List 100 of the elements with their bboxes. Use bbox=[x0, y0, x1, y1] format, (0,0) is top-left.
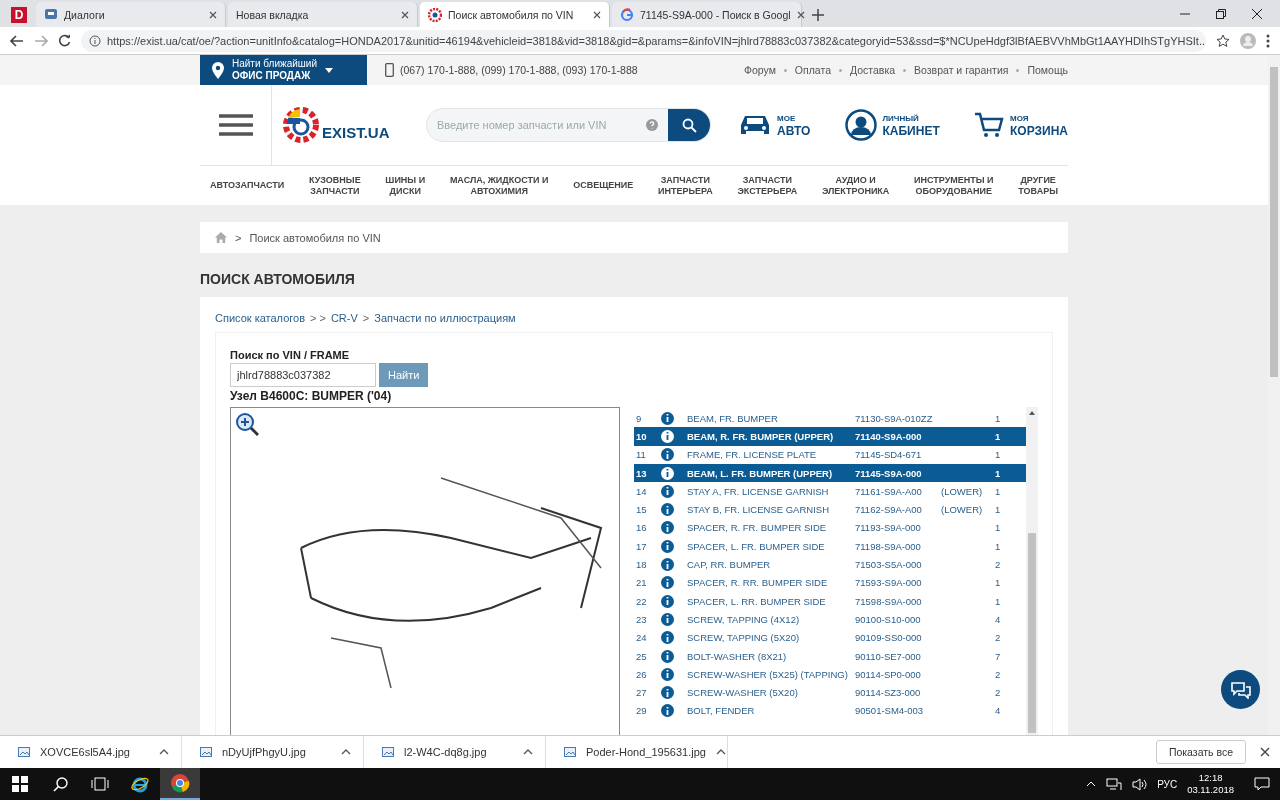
table-cell-text: 15 bbox=[635, 504, 648, 516]
parts-table-row[interactable]: 18 CAP, RR. BUMPER 71503-S5A-000 2 bbox=[634, 555, 1026, 574]
browser-tab[interactable]: Диалоги bbox=[36, 2, 226, 27]
header-link[interactable]: ЛИЧНЫЙ КАБИНЕТ bbox=[844, 109, 940, 141]
table-cell-text: 1 bbox=[994, 485, 1002, 497]
browser-tab[interactable]: Новая вкладка bbox=[228, 2, 418, 27]
search-field[interactable]: Введите номер запчасти или VIN bbox=[426, 108, 711, 142]
table-cell-text: SCREW-WASHER (5X25) (TAPPING) bbox=[686, 668, 849, 680]
unit-title: Узел B4600C: BUMPER ('04) bbox=[230, 389, 393, 403]
office-finder-button[interactable]: Найти ближайший ОФИС ПРОДАЖ bbox=[200, 55, 367, 85]
table-cell-text: 90114-SZ3-000 bbox=[854, 687, 922, 699]
parts-table-row[interactable]: 14 STAY A, FR. LICENSE GARNISH 71161-S9A-A00 (LOWER) 1 bbox=[634, 482, 1026, 501]
table-cell-text: 71193-S9A-000 bbox=[854, 522, 922, 534]
table-cell-text: 4 bbox=[994, 613, 1002, 625]
table-cell-text: 29 bbox=[635, 705, 648, 717]
table-cell-text: 1 bbox=[994, 595, 1002, 607]
table-cell-text: 1 bbox=[994, 430, 1002, 442]
table-cell-text: 71161-S9A-A00 bbox=[854, 485, 923, 497]
table-cell-text: 1 bbox=[994, 504, 1002, 516]
table-cell-text: 71145-S9A-000 bbox=[854, 467, 923, 479]
table-cell-text: BEAM, FR. BUMPER bbox=[686, 412, 779, 424]
parts-table-row[interactable]: 23 SCREW, TAPPING (4X12) 90100-S10-000 4 bbox=[634, 610, 1026, 629]
parts-table-row[interactable]: 26 SCREW-WASHER (5X25) (TAPPING) 90114-SP0-000 2 bbox=[634, 665, 1026, 684]
table-cell-text: FRAME, FR. LICENSE PLATE bbox=[686, 449, 818, 461]
nav-link[interactable]: ИНСТРУМЕНТЫ И ОБОРУДОВАНИЕ bbox=[914, 174, 994, 197]
language-indicator[interactable]: РУС bbox=[1157, 778, 1178, 790]
parts-table-row[interactable]: 24 SCREW, TAPPING (5X20) 90109-SS0-000 2 bbox=[634, 628, 1026, 647]
parts-table-row[interactable]: 15 STAY B, FR. LICENSE GARNISH 71162-S9A-A00 (LOWER) 1 bbox=[634, 500, 1026, 519]
parts-table-row[interactable]: 10 BEAM, R. FR. BUMPER (UPPER) 71140-S9A-000 1 bbox=[634, 427, 1026, 446]
breadcrumb-separator: > bbox=[362, 312, 370, 324]
top-link[interactable]: Оплата bbox=[794, 64, 831, 76]
table-cell-text: 71140-S9A-000 bbox=[854, 430, 923, 442]
table-cell-text: 71130-S9A-010ZZ bbox=[854, 412, 934, 424]
parts-table-row[interactable]: 16 SPACER, R. FR. BUMPER SIDE 71193-S9A-000 1 bbox=[634, 518, 1026, 538]
parts-table-row[interactable]: 9 BEAM, FR. BUMPER 71130-S9A-010ZZ 1 bbox=[634, 409, 1026, 428]
site-favicon: D bbox=[11, 6, 27, 23]
top-link[interactable]: Форум bbox=[743, 64, 776, 76]
parts-table-row[interactable]: 25 BOLT-WASHER (8X21) 90110-SE7-000 7 bbox=[634, 646, 1026, 666]
table-cell-text: 1 bbox=[994, 412, 1002, 424]
table-cell-text: SPACER, L. RR. BUMPER SIDE bbox=[686, 595, 827, 607]
table-cell-text: SCREW-WASHER (5X20) bbox=[686, 687, 799, 699]
show-all-button[interactable]: Показать все bbox=[1155, 740, 1246, 764]
office-finder-label: Найти ближайший ОФИС ПРОДАЖ bbox=[232, 58, 318, 82]
table-cell-text: 1 bbox=[994, 449, 1002, 461]
nav-link[interactable]: ЗАПЧАСТИ ИНТЕРЬЕРА bbox=[658, 174, 713, 197]
parts-table-row[interactable]: 22 SPACER, L. RR. BUMPER SIDE 71598-S9A-000 1 bbox=[634, 591, 1026, 611]
table-cell-text: 90110-SE7-000 bbox=[854, 650, 922, 662]
header-link[interactable]: МОЯ КОРЗИНА bbox=[974, 109, 1068, 141]
table-cell: (LOWER) bbox=[941, 485, 983, 497]
parts-table-row[interactable]: 21 SPACER, R. RR. BUMPER SIDE 71593-S9A-000 1 bbox=[634, 573, 1026, 592]
table-cell-text: 4 bbox=[994, 705, 1002, 717]
clock[interactable]: 12:18 03.11.2018 bbox=[1187, 772, 1234, 796]
nav-link[interactable]: АУДИО И ЭЛЕКТРОНИКА bbox=[821, 174, 890, 197]
table-cell-text: 71593-S9A-000 bbox=[854, 577, 923, 589]
table-cell-text: CAP, RR. BUMPER bbox=[686, 559, 772, 570]
table-cell-text: 13 bbox=[635, 467, 648, 479]
table-cell: (LOWER) bbox=[941, 504, 983, 516]
table-cell-text: 23 bbox=[635, 613, 648, 625]
address-bar[interactable]: https://exist.ua/cat/oe/?action=unitInfo&catalog=HONDA2017&unitid=46194&vehicleid=3818&vid=3818&gid=&params=&infoVIN=jhlrd78883c037382&categoryid=53&ssd=$*NCUpeHdgf3lBfAEBVVhMbGt1AAYHDIhSTgYHSIt... bbox=[81, 29, 1206, 52]
table-cell-text: 14 bbox=[635, 485, 648, 497]
table-cell-text: 1 bbox=[994, 467, 1002, 479]
breadcrumb-link[interactable]: CR-V bbox=[330, 312, 358, 324]
parts-table-row[interactable]: 29 BOLT, FENDER 90501-SM4-003 4 bbox=[634, 701, 1026, 721]
nav-link[interactable]: ДРУГИЕ ТОВАРЫ bbox=[1018, 174, 1058, 197]
table-cell-text: 90100-S10-000 bbox=[854, 613, 922, 625]
table-cell-text: BOLT-WASHER (8X21) bbox=[686, 650, 788, 662]
nav-link[interactable]: КУЗОВНЫЕ ЗАПЧАСТИ bbox=[309, 174, 361, 197]
nav-link[interactable]: АВТОЗАПЧАСТИ bbox=[210, 180, 285, 191]
browser-tab[interactable]: Поиск автомобиля по VIN bbox=[420, 2, 610, 27]
breadcrumb-separator: > > bbox=[310, 312, 326, 324]
nav-link[interactable]: МАСЛА, ЖИДКОСТИ И АВТОХИМИЯ bbox=[449, 174, 549, 197]
search-input[interactable]: Введите номер запчасти или VIN bbox=[427, 119, 646, 131]
table-cell-text: BEAM, R. FR. BUMPER (UPPER) bbox=[686, 430, 835, 442]
vin-label: Поиск по VIN / FRAME bbox=[230, 349, 351, 361]
table-cell-text: 11 bbox=[635, 449, 647, 461]
vin-field[interactable]: jhlrd78883c037382 bbox=[230, 363, 376, 387]
top-link[interactable]: Возврат и гарантия bbox=[914, 64, 1009, 76]
pinned-tab[interactable]: D bbox=[4, 2, 34, 27]
parts-table-row[interactable]: 27 SCREW-WASHER (5X20) 90114-SZ3-000 2 bbox=[634, 683, 1026, 702]
table-cell-text: 22 bbox=[635, 595, 648, 607]
table-cell-text: SCREW, TAPPING (4X12) bbox=[686, 613, 801, 625]
browser-tab[interactable]: 71145-S9A-000 - Поиск в Googl bbox=[612, 2, 802, 27]
site-logo[interactable]: EXIST.UA bbox=[282, 104, 416, 146]
nav-link[interactable]: ОСВЕЩЕНИЕ bbox=[573, 180, 634, 191]
table-cell-text: 16 bbox=[635, 522, 648, 534]
page-title: ПОИСК АВТОМОБИЛЯ bbox=[200, 271, 356, 287]
breadcrumb-link[interactable]: Список каталогов bbox=[215, 312, 305, 324]
top-link[interactable]: Доставка bbox=[850, 64, 896, 76]
table-cell-text: 17 bbox=[635, 540, 648, 552]
table-cell-text: SPACER, R. FR. BUMPER SIDE bbox=[686, 522, 828, 534]
header-link[interactable]: МОЕ АВТО bbox=[739, 109, 811, 141]
parts-table-row[interactable]: 17 SPACER, L. FR. BUMPER SIDE 71198-S9A-000 1 bbox=[634, 537, 1026, 556]
top-link[interactable]: Помощь bbox=[1027, 64, 1068, 76]
table-cell-text: 7 bbox=[994, 650, 1002, 662]
parts-table-row[interactable]: 13 BEAM, L. FR. BUMPER (UPPER) 71145-S9A-000 1 bbox=[634, 463, 1026, 483]
nav-link[interactable]: ШИНЫ И ДИСКИ bbox=[385, 174, 426, 197]
breadcrumb-link[interactable]: Запчасти по иллюстрациям bbox=[374, 312, 516, 324]
parts-table-row[interactable]: 11 FRAME, FR. LICENSE PLATE 71145-SD4-671 1 bbox=[634, 445, 1026, 464]
table-cell-text: 71198-S9A-000 bbox=[854, 540, 922, 552]
nav-link[interactable]: ЗАПЧАСТИ ЭКСТЕРЬЕРА bbox=[737, 174, 798, 197]
